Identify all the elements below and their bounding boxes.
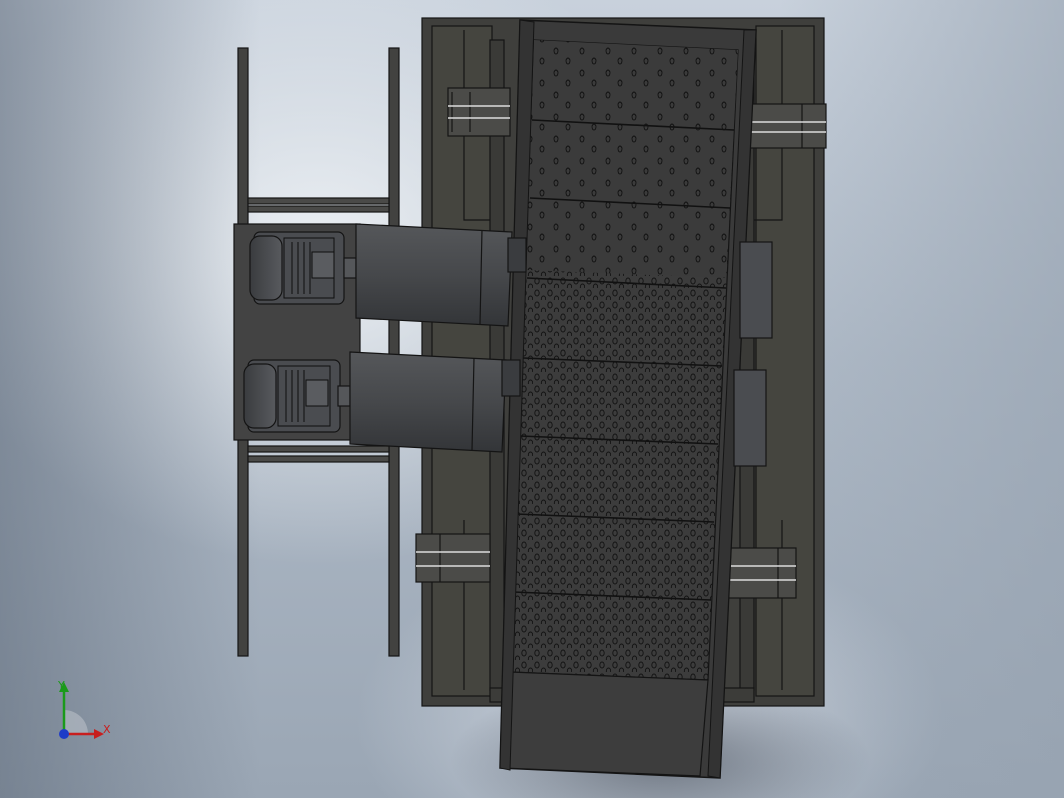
screen-deck <box>499 19 757 779</box>
cad-viewport[interactable]: Y X <box>0 0 1064 798</box>
vibrating-screen-model[interactable] <box>0 0 1064 798</box>
z-axis-dot <box>59 729 69 739</box>
x-axis-label: X <box>103 723 111 736</box>
y-axis-label: Y <box>58 679 65 692</box>
